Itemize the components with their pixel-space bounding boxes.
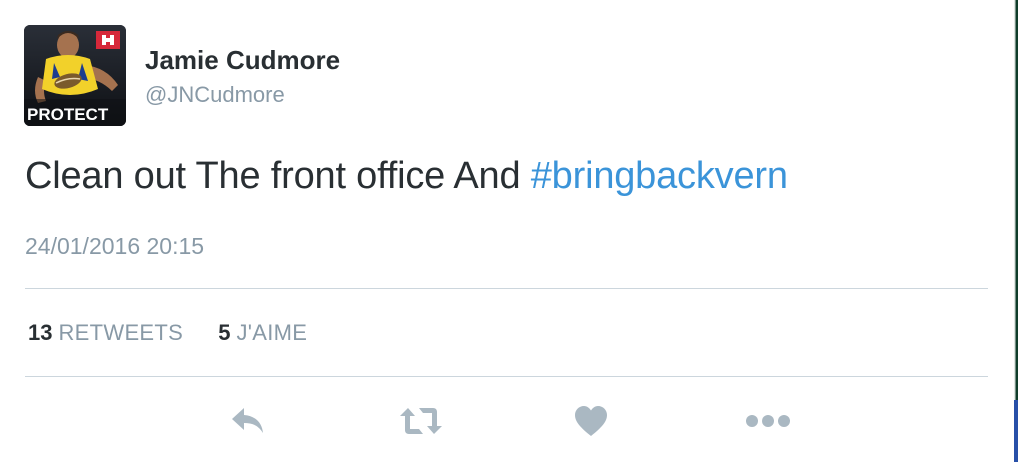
retweets-label: RETWEETS xyxy=(58,320,184,345)
divider xyxy=(25,376,988,377)
window-edge xyxy=(1014,0,1018,462)
retweets-count: 13 xyxy=(28,320,53,345)
likes-count: 5 xyxy=(218,320,231,345)
tweet-card: PROTECT Jamie Cudmore @JNCudmore Clean o… xyxy=(0,0,1018,462)
like-button[interactable] xyxy=(573,403,609,439)
likes-label: J'AIME xyxy=(236,320,308,345)
window-edge-accent xyxy=(1014,400,1018,462)
avatar-image: PROTECT xyxy=(24,25,126,126)
likes-stat[interactable]: 5 J'AIME xyxy=(218,320,307,346)
hashtag-link[interactable]: #bringbackvern xyxy=(531,155,788,197)
retweets-stat[interactable]: 13 RETWEETS xyxy=(28,320,183,346)
tweet-text: Clean out The front office And #bringbac… xyxy=(25,155,788,198)
heart-icon xyxy=(575,406,607,436)
reply-icon xyxy=(232,408,263,433)
tweet-stats: 13 RETWEETS 5 J'AIME xyxy=(28,320,336,346)
avatar-caption: PROTECT xyxy=(27,105,109,124)
tweet-body: Clean out The front office And xyxy=(25,155,521,197)
author-name[interactable]: Jamie Cudmore xyxy=(145,45,340,76)
divider xyxy=(25,288,988,289)
avatar[interactable]: PROTECT xyxy=(24,25,126,126)
retweet-button[interactable] xyxy=(398,403,444,439)
retweet-icon xyxy=(400,408,442,434)
more-button[interactable] xyxy=(744,403,792,439)
reply-button[interactable] xyxy=(228,403,268,439)
tweet-timestamp[interactable]: 24/01/2016 20:15 xyxy=(25,233,204,260)
author-handle[interactable]: @JNCudmore xyxy=(145,82,285,108)
more-icon xyxy=(746,415,790,427)
